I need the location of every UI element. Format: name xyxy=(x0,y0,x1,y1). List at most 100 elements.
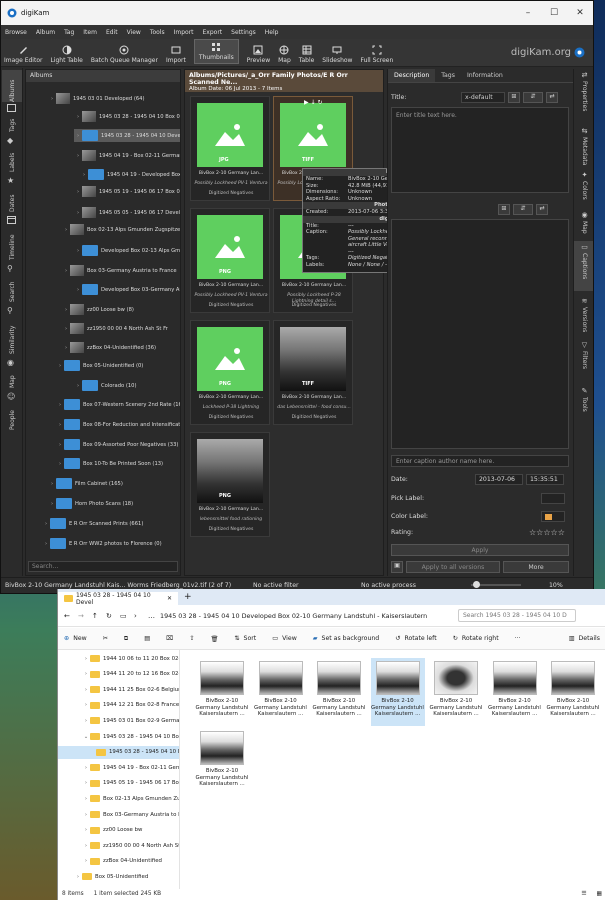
swap-icon[interactable]: ⇄ xyxy=(546,92,558,103)
tree-expand-icon[interactable]: › xyxy=(56,363,64,369)
caption-author-input[interactable]: Enter caption author name here. xyxy=(391,455,569,467)
explorer-tree-item[interactable]: › zz1950 00 00 4 North Ash St xyxy=(58,839,179,852)
tab-timeline[interactable]: Timeline xyxy=(2,230,22,260)
tree-chevron-icon[interactable]: › xyxy=(82,671,90,677)
album-tree-item[interactable]: › E R Orr Scanned Prints (661) xyxy=(42,517,180,530)
tree-expand-icon[interactable]: › xyxy=(48,96,56,102)
explorer-tree-item[interactable]: › 1944 11 25 Box 02-6 Belgium xyxy=(58,683,179,696)
breadcrumb[interactable]: 1945 03 28 - 1945 04 10 Developed Box 02… xyxy=(160,612,450,620)
tree-expand-icon[interactable]: › xyxy=(62,227,70,233)
table-button[interactable]: Table xyxy=(299,45,314,64)
share-icon[interactable]: ⇪ xyxy=(189,635,194,642)
explorer-tree-item[interactable]: › 1944 10 06 to 11 20 Box 02-5 xyxy=(58,652,179,665)
title-text-area[interactable]: Enter title text here. xyxy=(391,107,569,193)
rotate-left-button[interactable]: ↺ Rotate left xyxy=(395,635,436,642)
explorer-tree-item[interactable]: › Box 03-Germany Austria to F xyxy=(58,808,179,821)
album-tree-item[interactable]: › zz00 Loose bw (8) xyxy=(62,303,180,316)
tree-expand-icon[interactable]: › xyxy=(48,481,56,487)
menu-browse[interactable]: Browse xyxy=(5,29,27,36)
language-select[interactable]: x-default xyxy=(461,92,505,103)
full-screen-button[interactable]: Full Screen xyxy=(360,45,393,64)
tree-expand-icon[interactable]: › xyxy=(62,268,70,274)
rename-icon[interactable]: ⌧ xyxy=(166,635,173,642)
translate-icon[interactable]: ⇵ xyxy=(523,92,543,103)
tree-expand-icon[interactable]: › xyxy=(42,541,50,547)
tab-map[interactable]: ◉ Map xyxy=(574,209,593,239)
close-icon[interactable]: ✕ xyxy=(567,8,593,18)
album-tree-item[interactable]: › Box 07-Western Scenery 2nd Rate (16) xyxy=(56,398,180,411)
explorer-tab[interactable]: 1945 03 28 - 1945 04 10 Devel ✕ xyxy=(58,592,178,606)
tab-labels[interactable]: Labels xyxy=(2,150,22,172)
delete-icon[interactable]: 🗑 xyxy=(210,635,218,643)
tab-versions[interactable]: ≋ Versions xyxy=(574,295,593,337)
map-button[interactable]: Map xyxy=(278,45,291,64)
thumbnail-cell[interactable]: TIFF BivBox 2-10 Germany Lan... das Lebens… xyxy=(273,320,353,425)
explorer-file[interactable]: BivBox 2-10 Germany Landstuhl Kaiserslau… xyxy=(195,658,249,726)
album-tree-item[interactable]: › Film Cabinet (165) xyxy=(48,477,180,490)
album-tree-item[interactable]: › 1945 03 28 - 1945 04 10 Box 02-10 xyxy=(74,110,180,123)
copy-icon[interactable]: ⧉ xyxy=(124,635,128,643)
thumbnail-overlay-icons[interactable]: ▶ ↓ ↻ xyxy=(304,99,322,106)
tab-information[interactable]: Information xyxy=(461,69,509,82)
light-table-button[interactable]: Light Table xyxy=(50,45,83,64)
tab-colors[interactable]: ✦ Colors xyxy=(574,169,593,207)
minimize-icon[interactable]: – xyxy=(515,8,541,18)
album-tree-item[interactable]: › 1945 05 05 - 1945 06 17 Developed xyxy=(74,206,180,219)
explorer-tree-item[interactable]: ⌄ 1945 03 28 - 1945 04 10 Box 0 xyxy=(58,730,179,743)
tree-expand-icon[interactable]: › xyxy=(74,287,82,293)
explorer-tree-item[interactable]: › zzBox 04-Unidentified xyxy=(58,855,179,868)
explorer-tree-item[interactable]: › Box 02-13 Alps Gmunden Zu xyxy=(58,792,179,805)
explorer-file[interactable]: BivBox 2-10 Germany Landstuhl Kaiserslau… xyxy=(312,658,366,726)
new-tab-icon[interactable]: + xyxy=(178,592,198,605)
tile-view-icon[interactable]: ▦ xyxy=(597,891,602,898)
time-input[interactable]: 15:35:51 xyxy=(526,474,564,485)
tree-expand-icon[interactable]: › xyxy=(42,521,50,527)
album-tree-item[interactable]: › Box 09-Assorted Poor Negatives (33) xyxy=(56,438,180,451)
tree-expand-icon[interactable]: › xyxy=(74,114,82,120)
cut-icon[interactable]: ✂ xyxy=(103,635,108,642)
tree-chevron-icon[interactable]: › xyxy=(82,702,90,708)
tab-search[interactable]: Search xyxy=(2,278,22,302)
view-button[interactable]: ▭ View xyxy=(272,635,297,642)
tree-expand-icon[interactable]: › xyxy=(62,307,70,313)
tab-properties[interactable]: ⇄ Properties xyxy=(574,69,593,119)
apply-all-versions-button[interactable]: Apply to all versions xyxy=(406,561,500,573)
import-button[interactable]: Import xyxy=(166,45,186,64)
explorer-tree-item[interactable]: › 1945 05 19 - 1945 06 17 Box 0 xyxy=(58,777,179,790)
back-icon[interactable]: ← xyxy=(64,612,78,620)
explorer-tree-item[interactable]: › 1945 04 19 - Box 02-11 Germ xyxy=(58,761,179,774)
explorer-file[interactable]: BivBox 2-10 Germany Landstuhl Kaiserslau… xyxy=(195,728,249,796)
color-label-select[interactable] xyxy=(541,511,565,522)
explorer-tree-item[interactable]: › 1944 12 21 Box 02-8 France xyxy=(58,699,179,712)
album-tree-item[interactable]: › 1945 03 28 - 1945 04 10 Developed xyxy=(74,129,180,142)
slideshow-button[interactable]: Slideshow xyxy=(322,45,352,64)
album-tree-item[interactable]: › Box 02-13 Alps Gmunden Zugspitze xyxy=(62,223,180,236)
menu-import[interactable]: Import xyxy=(174,29,194,36)
tab-map[interactable]: Map xyxy=(2,372,22,388)
preview-button[interactable]: Preview xyxy=(247,45,270,64)
tree-expand-icon[interactable]: › xyxy=(56,442,64,448)
explorer-file[interactable]: BivBox 2-10 Germany Landstuhl Kaiserslau… xyxy=(370,658,425,726)
caption-text-area[interactable] xyxy=(391,219,569,449)
tree-chevron-icon[interactable]: › xyxy=(82,827,90,833)
tree-expand-icon[interactable]: › xyxy=(74,133,82,139)
album-tree-item[interactable]: › 1945 05 19 - 1945 06 17 Box 02-12 xyxy=(74,185,180,198)
tree-chevron-icon[interactable]: › xyxy=(82,812,90,818)
tree-chevron-icon[interactable]: › xyxy=(82,718,90,724)
zoom-slider[interactable] xyxy=(471,581,521,589)
rating-stars[interactable]: ☆☆☆☆☆ xyxy=(529,528,565,537)
date-input[interactable]: 2013-07-06 xyxy=(475,474,523,485)
more-path-icon[interactable]: … xyxy=(148,612,160,620)
more-options-button[interactable]: ··· xyxy=(515,635,521,642)
thumbnails-button[interactable]: Thumbnails xyxy=(193,39,239,64)
album-tree-item[interactable]: › E R Orr WW2 photos to Florence (0) xyxy=(42,537,180,550)
explorer-tree-item[interactable]: › 1945 03 01 Box 02-9 German xyxy=(58,714,179,727)
menu-tools[interactable]: Tools xyxy=(150,29,165,36)
add-language-icon[interactable]: ⊞ xyxy=(508,92,520,103)
caption-translate-icon[interactable]: ⇵ xyxy=(513,204,533,215)
tree-chevron-icon[interactable]: › xyxy=(82,858,90,864)
explorer-file[interactable]: BivBox 2-10 Germany Landstuhl Kaiserslau… xyxy=(254,658,308,726)
explorer-file[interactable]: BivBox 2-10 Germany Landstuhl Kaiserslau… xyxy=(546,658,600,726)
tree-expand-icon[interactable]: › xyxy=(62,345,70,351)
new-button[interactable]: ⊕ New xyxy=(64,635,87,642)
